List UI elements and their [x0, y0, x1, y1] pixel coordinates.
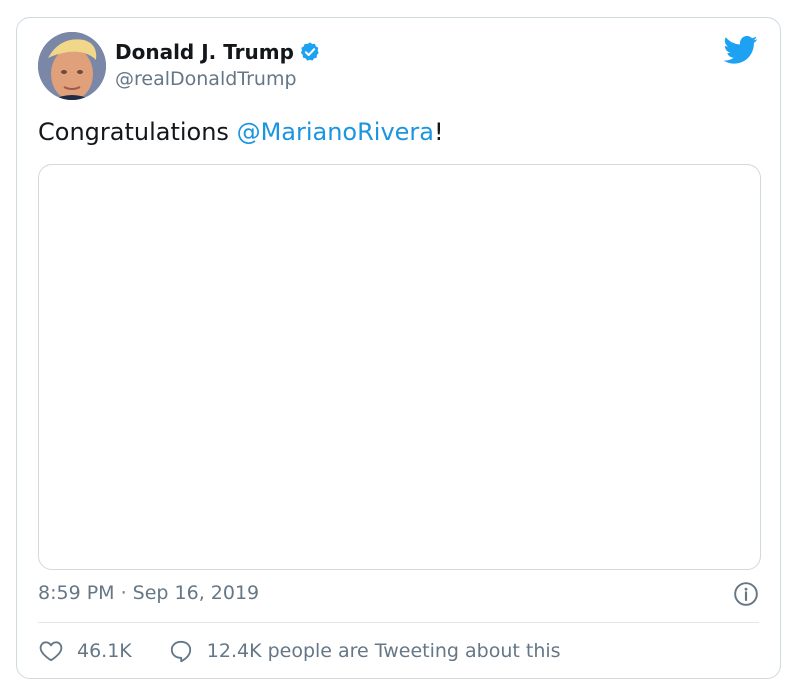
- mention-link[interactable]: @MarianoRivera: [237, 118, 434, 146]
- heart-icon[interactable]: [38, 638, 64, 664]
- tweet-text-before: Congratulations: [38, 118, 237, 146]
- tweet-text-after: !: [434, 118, 444, 146]
- speech-bubble-icon[interactable]: [168, 638, 194, 664]
- author-handle[interactable]: @realDonaldTrump: [115, 68, 297, 90]
- verified-badge-icon: [300, 42, 319, 61]
- people-tweeting-text: 12.4K people are Tweeting about this: [206, 640, 561, 662]
- action-divider: [38, 622, 759, 623]
- info-icon[interactable]: [733, 581, 759, 607]
- tweet-actions: 46.1K 12.4K people are Tweeting about th…: [38, 638, 561, 664]
- like-count: 46.1K: [77, 640, 132, 662]
- tweet-media-placeholder[interactable]: [38, 164, 761, 570]
- like-action[interactable]: 46.1K: [38, 638, 132, 664]
- author-avatar[interactable]: [38, 32, 106, 100]
- twitter-bird-icon[interactable]: [724, 35, 758, 65]
- author-name[interactable]: Donald J. Trump: [115, 40, 294, 64]
- tweet-text: Congratulations @MarianoRivera!: [38, 118, 444, 146]
- author-name-row: Donald J. Trump: [115, 40, 321, 64]
- tweet-card: Donald J. Trump @realDonaldTrump Congrat…: [16, 17, 781, 679]
- tweet-timestamp[interactable]: 8:59 PM · Sep 16, 2019: [38, 582, 259, 604]
- conversation-action[interactable]: 12.4K people are Tweeting about this: [168, 638, 561, 664]
